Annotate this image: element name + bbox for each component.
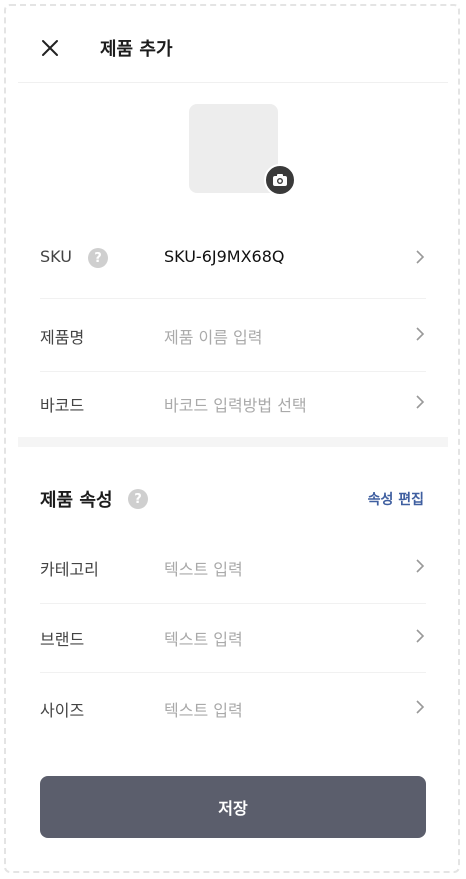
- save-button[interactable]: 저장: [40, 776, 426, 838]
- close-icon[interactable]: [40, 38, 60, 58]
- sku-row[interactable]: SKU ? SKU-6J9MX68Q: [40, 223, 426, 293]
- sku-help-icon[interactable]: ?: [88, 248, 108, 268]
- camera-icon: [273, 174, 287, 186]
- section-separator: [18, 437, 448, 447]
- barcode-label: 바코드: [40, 396, 85, 415]
- chevron-right-icon: [416, 327, 425, 341]
- product-name-row[interactable]: 제품명 제품 이름 입력: [40, 300, 426, 370]
- edit-attributes-link[interactable]: 속성 편집: [368, 489, 424, 509]
- product-name-label: 제품명: [40, 328, 85, 347]
- header: 제품 추가: [18, 18, 448, 83]
- attribute-label: 사이즈: [40, 701, 85, 720]
- chevron-right-icon: [416, 700, 425, 714]
- chevron-right-icon: [416, 559, 425, 573]
- attribute-row-size[interactable]: 사이즈 텍스트 입력: [40, 673, 426, 743]
- product-name-input[interactable]: 제품 이름 입력: [164, 324, 263, 348]
- chevron-right-icon: [416, 250, 425, 264]
- attribute-label: 브랜드: [40, 630, 85, 649]
- page-title: 제품 추가: [100, 39, 173, 60]
- sku-value: SKU-6J9MX68Q: [164, 247, 285, 266]
- chevron-right-icon: [416, 629, 425, 643]
- attribute-input[interactable]: 텍스트 입력: [164, 697, 243, 721]
- attribute-input[interactable]: 텍스트 입력: [164, 626, 243, 650]
- chevron-right-icon: [416, 395, 425, 409]
- attribute-row-category[interactable]: 카테고리 텍스트 입력: [40, 532, 426, 602]
- attribute-row-brand[interactable]: 브랜드 텍스트 입력: [40, 602, 426, 672]
- barcode-input[interactable]: 바코드 입력방법 선택: [164, 392, 307, 416]
- attribute-label: 카테고리: [40, 560, 99, 579]
- divider: [40, 298, 426, 299]
- camera-button[interactable]: [264, 164, 296, 196]
- sku-label: SKU: [40, 247, 72, 266]
- attribute-input[interactable]: 텍스트 입력: [164, 556, 243, 580]
- barcode-row[interactable]: 바코드 바코드 입력방법 선택: [40, 368, 426, 438]
- attributes-title: 제품 속성: [40, 490, 113, 511]
- attributes-help-icon[interactable]: ?: [128, 489, 148, 509]
